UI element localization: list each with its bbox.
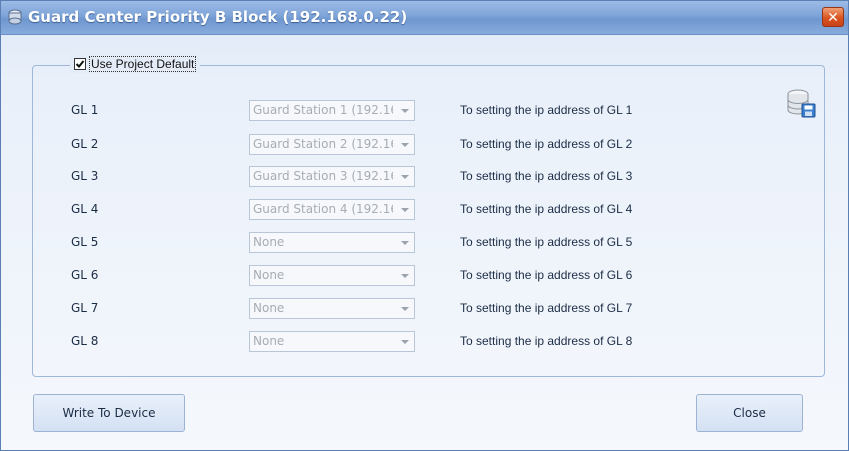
dialog-app-icon bbox=[8, 9, 22, 25]
gl-station-value: Guard Station 2 (192.16 bbox=[253, 137, 393, 151]
gl-label: GL 8 bbox=[71, 334, 99, 348]
gl-station-select[interactable]: None bbox=[249, 265, 415, 286]
gl-description: To setting the ip address of GL 3 bbox=[460, 169, 633, 183]
chevron-down-icon bbox=[401, 109, 409, 113]
gl-description: To setting the ip address of GL 2 bbox=[460, 137, 633, 151]
chevron-down-icon bbox=[401, 208, 409, 212]
window-title: Guard Center Priority B Block (192.168.0… bbox=[28, 8, 408, 26]
gl-description: To setting the ip address of GL 1 bbox=[460, 103, 633, 117]
gl-label: GL 6 bbox=[71, 268, 99, 282]
gl-station-select[interactable]: None bbox=[249, 331, 415, 352]
gl-description: To setting the ip address of GL 8 bbox=[460, 334, 633, 348]
chevron-down-icon bbox=[401, 175, 409, 179]
gl-label: GL 2 bbox=[71, 137, 99, 151]
database-save-icon[interactable] bbox=[785, 87, 817, 119]
chevron-down-icon bbox=[401, 241, 409, 245]
dialog-window: Guard Center Priority B Block (192.168.0… bbox=[0, 0, 849, 451]
write-to-device-button[interactable]: Write To Device bbox=[33, 394, 185, 432]
gl-station-value: None bbox=[253, 334, 285, 348]
use-project-default-checkbox[interactable] bbox=[74, 58, 86, 70]
gl-station-value: None bbox=[253, 301, 285, 315]
gl-description: To setting the ip address of GL 6 bbox=[460, 268, 633, 282]
gl-station-value: None bbox=[253, 268, 285, 282]
use-project-default-label: Use Project Default bbox=[89, 56, 197, 72]
chevron-down-icon bbox=[401, 307, 409, 311]
ip-settings-group bbox=[32, 65, 825, 377]
gl-station-select[interactable]: Guard Station 2 (192.16 bbox=[249, 134, 415, 155]
gl-label: GL 3 bbox=[71, 169, 99, 183]
use-project-default-toggle[interactable]: Use Project Default bbox=[70, 55, 201, 73]
gl-station-select[interactable]: Guard Station 4 (192.16 bbox=[249, 199, 415, 220]
gl-description: To setting the ip address of GL 4 bbox=[460, 202, 633, 216]
gl-label: GL 7 bbox=[71, 301, 99, 315]
gl-station-value: Guard Station 4 (192.16 bbox=[253, 202, 393, 216]
gl-label: GL 4 bbox=[71, 202, 99, 216]
gl-station-value: Guard Station 1 (192.16 bbox=[253, 103, 393, 117]
gl-description: To setting the ip address of GL 7 bbox=[460, 301, 633, 315]
gl-station-select[interactable]: Guard Station 1 (192.16 bbox=[249, 100, 415, 121]
close-button[interactable]: Close bbox=[696, 394, 803, 432]
gl-station-select[interactable]: None bbox=[249, 298, 415, 319]
chevron-down-icon bbox=[401, 340, 409, 344]
gl-station-value: None bbox=[253, 235, 285, 249]
chevron-down-icon bbox=[401, 143, 409, 147]
gl-station-select[interactable]: None bbox=[249, 232, 415, 253]
gl-label: GL 1 bbox=[71, 103, 99, 117]
gl-description: To setting the ip address of GL 5 bbox=[460, 235, 633, 249]
gl-station-select[interactable]: Guard Station 3 (192.16 bbox=[249, 166, 415, 187]
title-bar[interactable]: Guard Center Priority B Block (192.168.0… bbox=[1, 1, 848, 35]
chevron-down-icon bbox=[401, 274, 409, 278]
gl-label: GL 5 bbox=[71, 235, 99, 249]
close-window-button[interactable]: ✕ bbox=[822, 7, 844, 27]
gl-station-value: Guard Station 3 (192.16 bbox=[253, 169, 393, 183]
